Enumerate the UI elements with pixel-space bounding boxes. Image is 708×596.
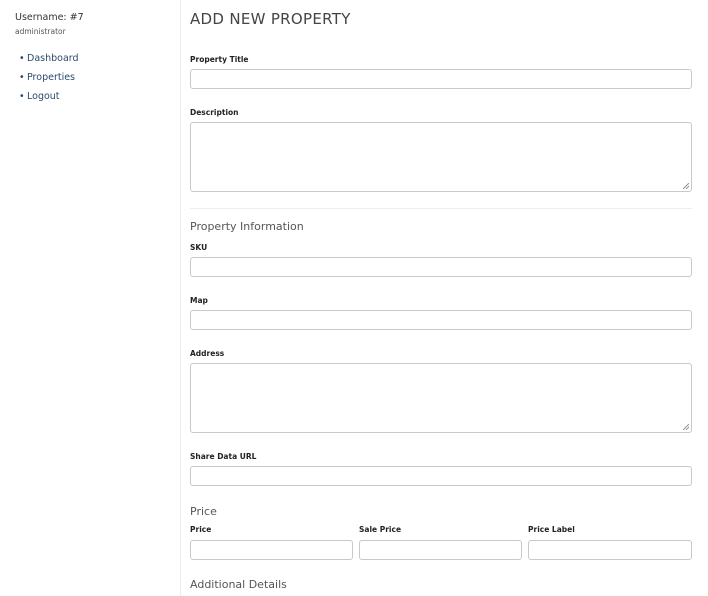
bullet-icon: •	[19, 53, 25, 64]
additional-details-heading: Additional Details	[190, 578, 287, 591]
sidebar: Username: #7 administrator • Dashboard • P…	[15, 12, 165, 106]
property-information-heading: Property Information	[190, 220, 304, 233]
sidebar-item-dashboard[interactable]: • Dashboard	[15, 49, 165, 68]
description-textarea[interactable]	[190, 122, 692, 192]
sidebar-item-logout[interactable]: • Logout	[15, 87, 165, 106]
price-label-input[interactable]	[528, 540, 692, 560]
map-input[interactable]	[190, 310, 692, 330]
price-heading: Price	[190, 505, 217, 518]
bullet-icon: •	[19, 91, 25, 102]
address-label: Address	[190, 349, 225, 358]
share-data-url-input[interactable]	[190, 466, 692, 486]
sale-price-label: Sale Price	[359, 525, 402, 534]
sidebar-item-label: Dashboard	[27, 53, 79, 64]
section-divider	[190, 208, 692, 209]
sidebar-item-label: Properties	[27, 72, 76, 83]
price-label: Price	[190, 525, 212, 534]
property-title-label: Property Title	[190, 55, 249, 64]
page-title: ADD NEW PROPERTY	[190, 10, 351, 28]
sidebar-item-label: Logout	[27, 91, 60, 102]
user-role-text: administrator	[15, 27, 66, 36]
map-label: Map	[190, 296, 208, 305]
description-label: Description	[190, 108, 239, 117]
username-text: Username: #7	[15, 12, 84, 23]
sku-input[interactable]	[190, 257, 692, 277]
resize-handle-icon[interactable]	[683, 424, 689, 430]
price-label-label: Price Label	[528, 525, 575, 534]
sidebar-item-properties[interactable]: • Properties	[15, 68, 165, 87]
share-data-url-label: Share Data URL	[190, 452, 257, 461]
price-input[interactable]	[190, 540, 353, 560]
sidebar-divider	[180, 0, 181, 596]
bullet-icon: •	[19, 72, 25, 83]
property-title-input[interactable]	[190, 69, 692, 89]
sidebar-nav: • Dashboard • Properties • Logout	[15, 49, 165, 106]
address-textarea[interactable]	[190, 363, 692, 433]
resize-handle-icon[interactable]	[683, 183, 689, 189]
sale-price-input[interactable]	[359, 540, 522, 560]
sku-label: SKU	[190, 243, 208, 252]
